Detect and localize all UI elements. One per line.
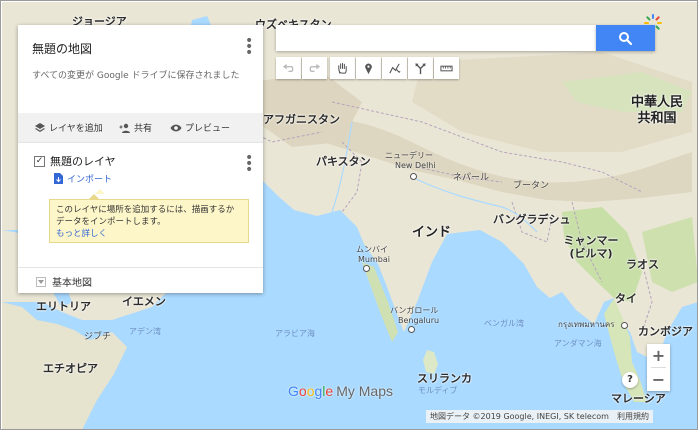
share-label: 共有 — [134, 124, 153, 134]
map-title[interactable]: 無題の地図 — [32, 40, 92, 57]
tooltip-arrow — [88, 189, 105, 200]
google-my-maps-logo: Google My Maps — [288, 383, 393, 399]
map-label-bengaluru: バンガロール — [390, 306, 439, 315]
eye-icon — [170, 124, 182, 131]
search-box — [276, 25, 602, 51]
search-input[interactable] — [276, 25, 602, 51]
map-label-thailand: タイ — [615, 292, 637, 305]
map-label-djibouti: ジブチ — [84, 332, 112, 342]
map-label-bangladesh: バングラデシュ — [493, 213, 571, 226]
map-tools — [276, 57, 460, 79]
map-label-bhutan: ブータン — [513, 181, 550, 191]
map-attribution: 地図データ ©2019 Google, INEGI, SK telecom 利用規… — [426, 410, 653, 423]
basemap-expand-icon[interactable] — [36, 277, 46, 287]
map-label-myanmar: ミャンマー (ビルマ) — [563, 234, 619, 260]
learn-more-link[interactable]: もっと詳しく — [56, 229, 107, 239]
hand-icon — [338, 62, 347, 74]
save-status: すべての変更が Google ドライブに保存されました — [32, 71, 240, 81]
zoom-out-button[interactable]: − — [647, 368, 670, 391]
map-frame: ジョージア ウズベキスタン アフガニスタン パキスタン 中華人民共和国 ニューデ… — [0, 0, 698, 430]
map-label-bay-of-bengal: ベンガル湾 — [484, 319, 524, 328]
file-import-icon — [54, 173, 63, 184]
ruler-icon — [440, 65, 453, 71]
map-label-new-delhi: ニューデリー — [385, 151, 433, 160]
map-label-china: 中華人民共和国 — [630, 95, 683, 126]
layer-section: ✓ 無題のレイヤ • • • インポート このレイヤに場所を追加するには、描画するか… — [18, 142, 263, 268]
directions-button[interactable] — [408, 57, 433, 79]
import-label: インポート — [67, 175, 113, 185]
add-person-icon — [119, 123, 130, 133]
preview-label: プレビュー — [185, 124, 231, 134]
map-label-new-delhi-en: New Delhi — [395, 161, 436, 170]
map-label-mumbai-en: Mumbai — [358, 255, 390, 264]
add-layer-label: レイヤを追加 — [49, 124, 103, 134]
map-label-bangkok: กรุงเทพมหานคร — [558, 320, 615, 329]
map-label-ethiopia: エチオピア — [43, 362, 98, 375]
undo-button[interactable] — [276, 57, 301, 79]
city-dot-mumbai — [363, 265, 370, 272]
basemap-section: 基本地図 — [18, 267, 263, 294]
map-label-afghanistan: アフガニスタン — [263, 113, 340, 126]
map-label-andaman-sea: アンダマン海 — [554, 339, 602, 348]
layers-icon — [35, 122, 45, 132]
attribution-text: 地図データ ©2019 Google, INEGI, SK telecom — [430, 412, 609, 421]
map-label-cambodia: カンボジア — [638, 325, 693, 338]
map-label-mumbai: ムンバイ — [356, 245, 388, 254]
map-label-sri-lanka: スリランカ — [417, 372, 472, 385]
tooltip-text: このレイヤに場所を追加するには、描画するかデータをインポートします。 — [56, 205, 235, 227]
city-dot-bangkok — [621, 322, 628, 329]
map-label-malaysia: マレーシア — [611, 392, 666, 405]
logo-my-maps: My Maps — [336, 383, 393, 399]
map-label-laos: ラオス — [626, 258, 659, 271]
redo-button[interactable] — [302, 57, 327, 79]
basemap-label[interactable]: 基本地図 — [52, 274, 92, 289]
add-marker-button[interactable] — [356, 57, 381, 79]
draw-line-icon — [389, 63, 401, 73]
terms-link[interactable]: 利用規約 — [617, 412, 649, 421]
map-label-gulf-aden: アデン湾 — [129, 327, 161, 336]
draw-line-button[interactable] — [382, 57, 407, 79]
city-dot-bengaluru — [408, 326, 415, 333]
import-link[interactable]: インポート — [54, 172, 112, 185]
zoom-control: + − — [647, 344, 670, 391]
redo-icon — [309, 63, 321, 72]
panel-toolbar: レイヤを追加 共有 プレビュー — [18, 113, 263, 142]
layer-name[interactable]: 無題のレイヤ — [50, 153, 116, 169]
logo-google: Google — [288, 383, 334, 399]
layer-visibility-checkbox[interactable]: ✓ — [34, 156, 45, 167]
pan-tool-button[interactable] — [330, 57, 355, 79]
marker-icon — [365, 63, 372, 74]
undo-icon — [282, 63, 294, 72]
map-label-arabian-sea: アラビア海 — [275, 329, 315, 338]
city-dot-new-delhi — [410, 173, 417, 180]
measure-button[interactable] — [434, 57, 459, 79]
map-label-eritrea: エリトリア — [36, 300, 91, 313]
add-layer-button[interactable]: レイヤを追加 — [34, 121, 103, 134]
map-label-yemen: イエメン — [122, 295, 166, 308]
preview-button[interactable]: プレビュー — [170, 121, 230, 134]
search-button[interactable] — [596, 25, 655, 51]
map-panel: 無題の地図 • • • すべての変更が Google ドライブに保存されました レイ… — [18, 25, 263, 293]
layer-options-menu-button[interactable]: • • • — [245, 151, 253, 177]
map-label-bengaluru-en: Bengaluru — [398, 316, 440, 325]
directions-icon — [415, 62, 426, 74]
map-label-maldives: モルディブ — [418, 386, 458, 395]
layer-hint-tooltip: このレイヤに場所を追加するには、描画するかデータをインポートします。 もっと詳し… — [49, 189, 249, 243]
zoom-in-button[interactable]: + — [647, 344, 670, 367]
map-label-pakistan: パキスタン — [316, 155, 371, 168]
share-button[interactable]: 共有 — [119, 121, 152, 134]
map-label-india: インド — [412, 225, 452, 240]
search-icon — [619, 32, 633, 46]
help-button[interactable]: ? — [622, 372, 638, 388]
map-label-nepal: ネパール — [453, 173, 490, 183]
map-options-menu-button[interactable]: • • • — [245, 34, 253, 60]
